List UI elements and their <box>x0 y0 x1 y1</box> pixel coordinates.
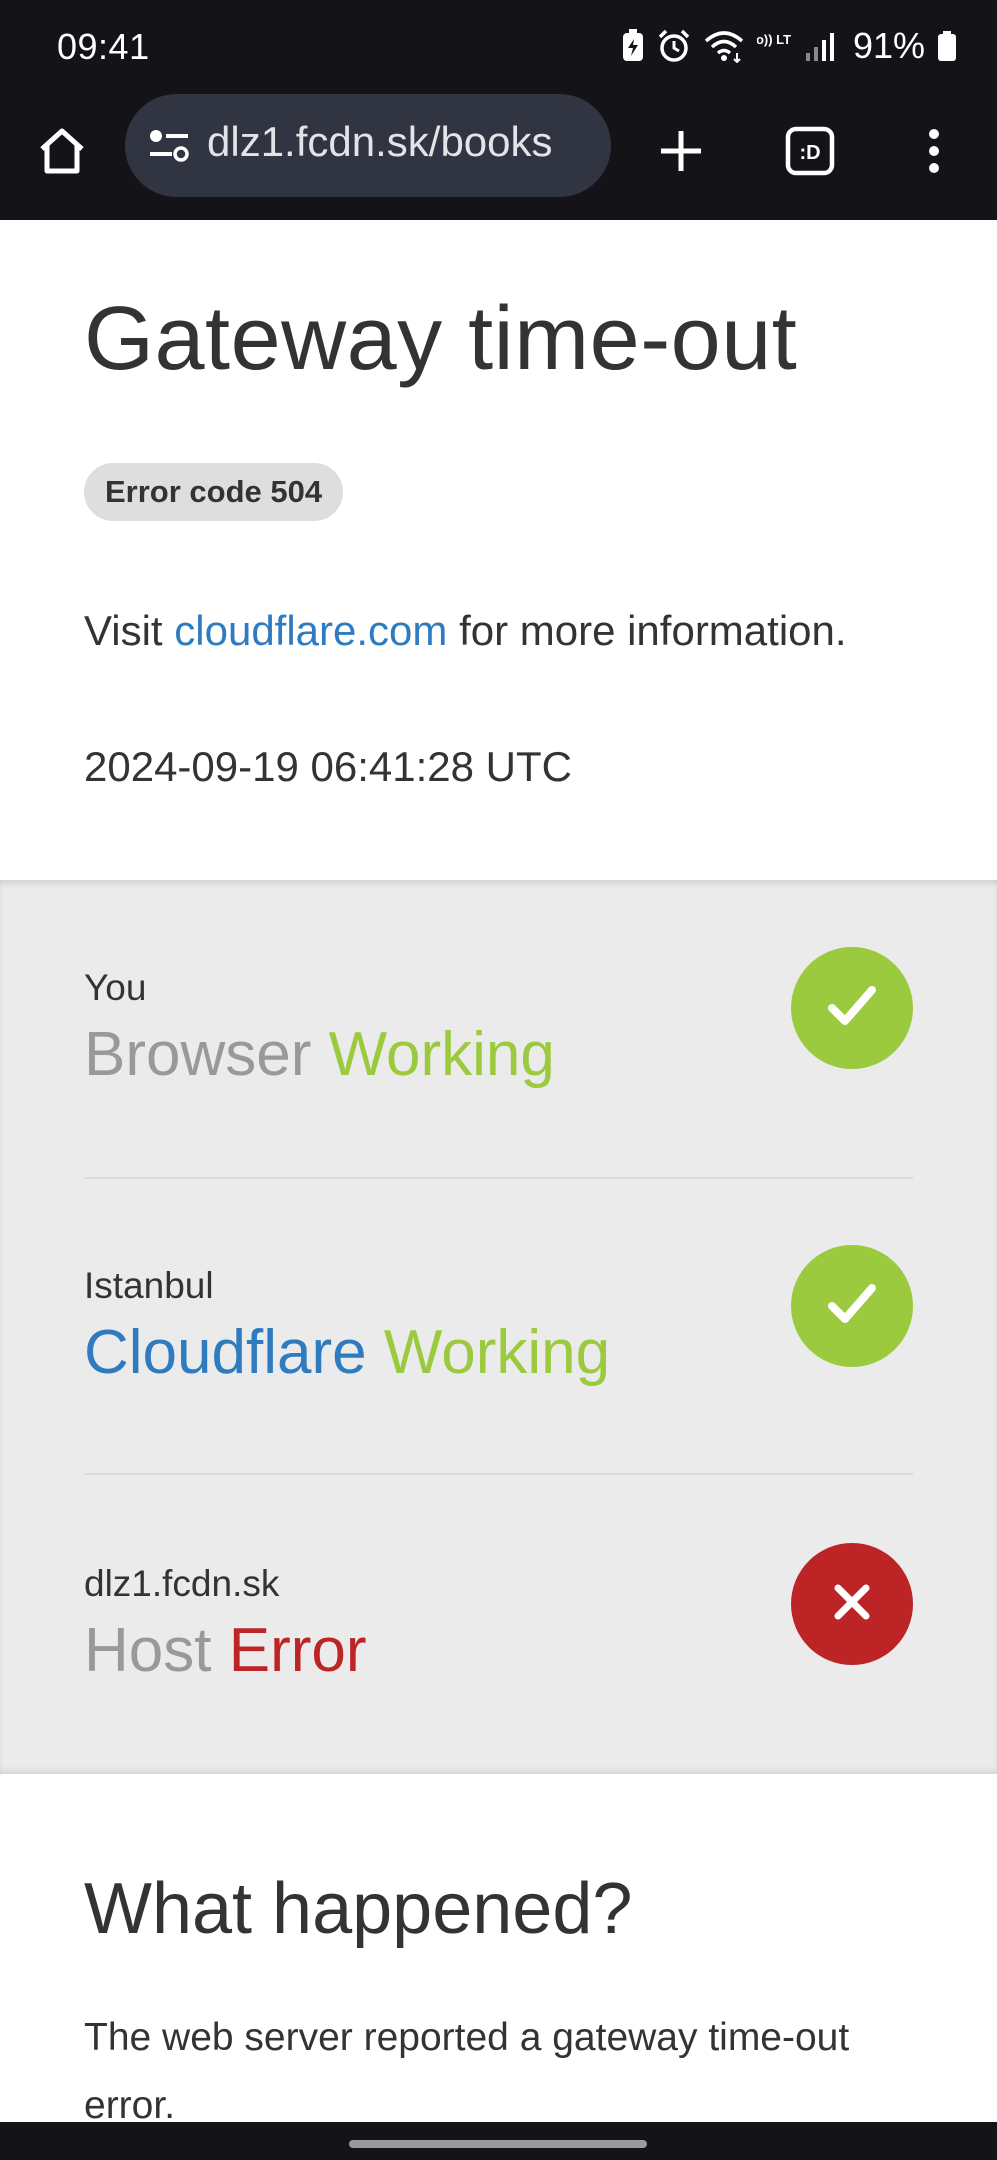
battery-percent: 91% <box>852 25 925 66</box>
gesture-handle[interactable] <box>349 2140 647 2148</box>
tab-switcher-icon: :D <box>785 126 835 181</box>
navigation-bar <box>0 2122 997 2160</box>
status-time: 09:41 <box>57 26 150 67</box>
divider <box>84 1177 913 1179</box>
status-error-circle <box>791 1543 913 1665</box>
status-icons: Vo)) LTE 91% <box>621 24 957 68</box>
alarm-icon <box>657 29 691 63</box>
volte-icon: Vo)) LTE <box>757 29 791 63</box>
site-settings-icon[interactable] <box>147 126 191 171</box>
row-location: You <box>84 967 147 1008</box>
new-tab-button[interactable] <box>646 118 716 188</box>
row-name: Host <box>84 1616 212 1685</box>
browser-toolbar: dlz1.fcdn.sk/books :D <box>0 94 997 220</box>
status-ok-circle <box>791 1245 913 1367</box>
row-name: Browser <box>84 1020 312 1089</box>
row-location: Istanbul <box>84 1265 214 1306</box>
row-status: Cloudflare Working <box>84 1317 610 1388</box>
error-code-badge: Error code 504 <box>84 463 344 521</box>
visit-info: Visit cloudflare.com for more informatio… <box>84 604 944 658</box>
row-state: Working <box>328 1020 555 1089</box>
url-text: dlz1.fcdn.sk/books <box>207 118 553 165</box>
visit-suffix: for more information. <box>459 607 847 654</box>
svg-text:Vo)) LTE: Vo)) LTE <box>757 32 791 47</box>
signal-icon <box>803 29 837 63</box>
url-bar[interactable]: dlz1.fcdn.sk/books <box>125 94 611 197</box>
row-status: Host Error <box>84 1615 367 1686</box>
more-vert-icon <box>926 128 942 179</box>
svg-text::D: :D <box>799 142 820 164</box>
row-location: dlz1.fcdn.sk <box>84 1563 280 1604</box>
divider <box>84 1473 913 1475</box>
error-timestamp: 2024-09-19 06:41:28 UTC <box>84 743 572 790</box>
row-state: Working <box>383 1318 611 1387</box>
section-title: What happened? <box>84 1869 633 1949</box>
tab-switcher-button[interactable]: :D <box>775 118 845 188</box>
x-icon <box>832 1582 872 1627</box>
status-bar: 09:41 Vo)) LTE 91% <box>0 0 997 94</box>
row-status: Browser Working <box>84 1019 555 1090</box>
status-panel: You Browser Working Istanbul Cloudflare … <box>0 880 997 1774</box>
row-name: Cloudflare <box>84 1318 367 1387</box>
visit-prefix: Visit <box>84 607 163 654</box>
battery-saver-icon <box>621 29 645 63</box>
row-state: Error <box>228 1616 367 1685</box>
plus-icon <box>657 127 705 180</box>
battery-icon <box>937 29 957 63</box>
home-button[interactable] <box>30 118 94 188</box>
page-title: Gateway time-out <box>84 289 798 389</box>
section-text: The web server reported a gateway time-o… <box>84 2016 850 2127</box>
more-menu-button[interactable] <box>907 118 961 188</box>
wifi-icon <box>703 29 745 63</box>
home-icon <box>36 125 88 182</box>
status-ok-circle <box>791 947 913 1069</box>
cloudflare-link[interactable]: cloudflare.com <box>174 607 447 654</box>
check-icon <box>827 984 877 1033</box>
check-icon <box>827 1282 877 1331</box>
